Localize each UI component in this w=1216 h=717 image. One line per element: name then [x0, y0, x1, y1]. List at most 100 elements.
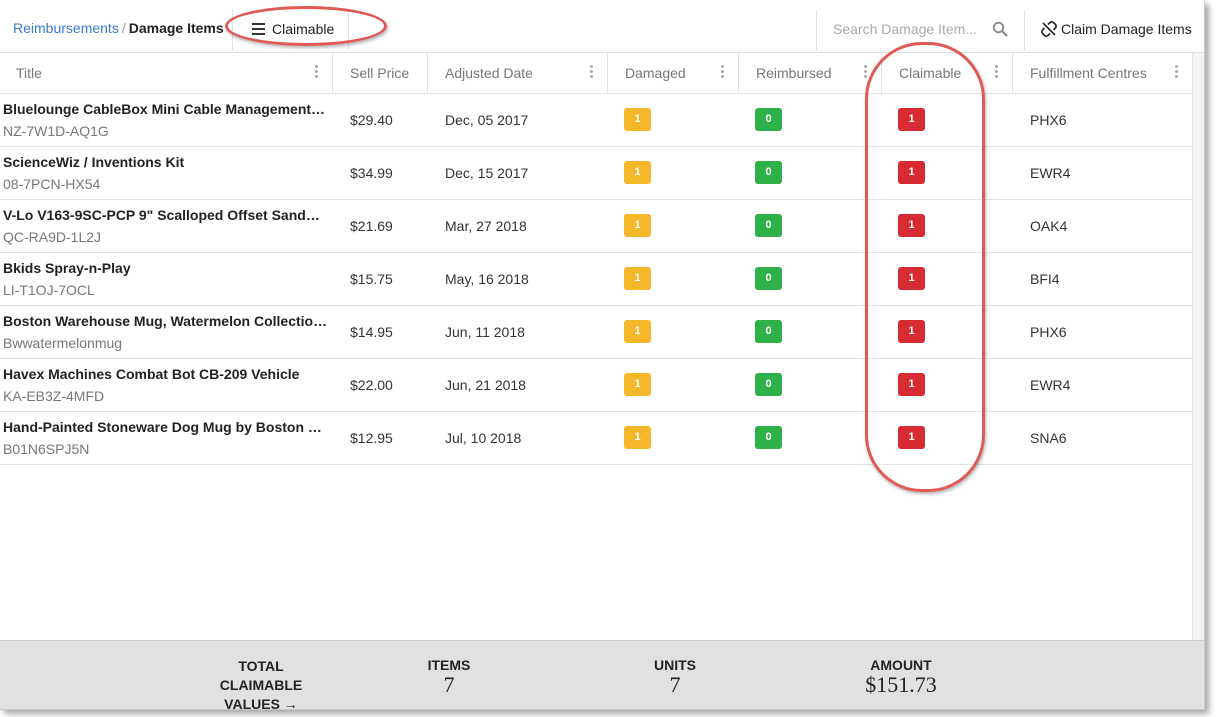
amount-total: Amount $151.73	[845, 657, 957, 698]
item-sku: KA-EB3Z-4MFD	[3, 388, 105, 404]
table-row[interactable]: Bluelounge CableBox Mini Cable Managemen…	[0, 94, 1192, 147]
adjusted-date: Jul, 10 2018	[445, 430, 522, 446]
breadcrumb-reimbursements-link[interactable]: Reimbursements	[13, 20, 119, 36]
adjusted-date: May, 16 2018	[445, 271, 529, 287]
broken-link-icon	[1041, 21, 1057, 37]
damaged-badge: 1	[624, 320, 651, 343]
reimbursed-badge: 0	[755, 267, 782, 290]
sell-price: $22.00	[350, 377, 393, 393]
damaged-badge: 1	[624, 161, 651, 184]
items-total: Items 7	[409, 657, 489, 698]
reimbursed-badge: 0	[755, 373, 782, 396]
sell-price: $12.95	[350, 430, 393, 446]
sell-price: $21.69	[350, 218, 393, 234]
column-label: Damaged	[625, 65, 686, 81]
adjusted-date: Jun, 11 2018	[445, 324, 525, 340]
adjusted-date: Dec, 15 2017	[445, 165, 529, 181]
item-title[interactable]: Havex Machines Combat Bot CB-209 Vehicle	[3, 366, 328, 382]
breadcrumb-current: Damage Items	[128, 20, 224, 36]
adjusted-date: Mar, 27 2018	[445, 218, 527, 234]
reimbursed-badge: 0	[755, 108, 782, 131]
table-row[interactable]: ScienceWiz / Inventions Kit 08-7PCN-HX54…	[0, 147, 1192, 200]
fulfillment-centre: EWR4	[1030, 377, 1071, 393]
table-header: Title Sell Price Adjusted Date Damaged R…	[0, 53, 1193, 94]
total-claimable-label: Total Claimable Values →	[219, 658, 303, 710]
table-row[interactable]: Boston Warehouse Mug, Watermelon Collect…	[0, 306, 1192, 359]
item-title[interactable]: ScienceWiz / Inventions Kit	[3, 154, 328, 170]
item-sku: LI-T1OJ-7OCL	[3, 282, 95, 298]
search-icon[interactable]	[992, 21, 1008, 37]
reimbursed-badge: 0	[755, 320, 782, 343]
adjusted-date: Dec, 05 2017	[445, 112, 529, 128]
table-row[interactable]: Hand-Painted Stoneware Dog Mug by Boston…	[0, 412, 1192, 465]
column-menu-icon[interactable]	[864, 65, 867, 80]
damaged-badge: 1	[624, 426, 651, 449]
column-header-reimbursed[interactable]: Reimbursed	[738, 53, 882, 93]
column-header-damaged[interactable]: Damaged	[607, 53, 739, 93]
search-input[interactable]	[831, 20, 985, 38]
column-header-fulfillment-centres[interactable]: Fulfillment Centres	[1012, 53, 1193, 93]
column-menu-icon[interactable]	[315, 65, 318, 80]
column-label: Title	[16, 65, 42, 81]
fulfillment-centre: OAK4	[1030, 218, 1068, 234]
item-title[interactable]: Bluelounge CableBox Mini Cable Managemen…	[3, 101, 328, 117]
item-title[interactable]: Bkids Spray-n-Play	[3, 260, 328, 276]
column-header-sell-price[interactable]: Sell Price	[332, 53, 428, 93]
reimbursed-badge: 0	[755, 214, 782, 237]
column-menu-icon[interactable]	[721, 65, 724, 80]
sell-price: $34.99	[350, 165, 393, 181]
units-total: Units 7	[635, 657, 715, 698]
item-title[interactable]: V-Lo V163-9SC-PCP 9" Scalloped Offset Sa…	[3, 207, 328, 223]
fulfillment-centre: EWR4	[1030, 165, 1071, 181]
totals-footer: Total Claimable Values → Items 7 Units 7…	[0, 640, 1204, 710]
column-label: Reimbursed	[756, 65, 832, 81]
column-header-title[interactable]: Title	[0, 53, 333, 93]
item-title[interactable]: Hand-Painted Stoneware Dog Mug by Boston…	[3, 419, 328, 435]
column-menu-icon[interactable]	[590, 65, 593, 80]
damaged-badge: 1	[624, 108, 651, 131]
item-sku: 08-7PCN-HX54	[3, 176, 101, 192]
table-row[interactable]: Bkids Spray-n-Play LI-T1OJ-7OCL $15.75 M…	[0, 253, 1192, 306]
damaged-badge: 1	[624, 214, 651, 237]
reimbursed-badge: 0	[755, 426, 782, 449]
fulfillment-centre: BFI4	[1030, 271, 1060, 287]
fulfillment-centre: PHX6	[1030, 112, 1067, 128]
claim-button-label: Claim Damage Items	[1061, 21, 1192, 37]
breadcrumb: Reimbursements / Damage Items	[13, 20, 224, 36]
vertical-scrollbar[interactable]	[1192, 53, 1204, 640]
fulfillment-centre: SNA6	[1030, 430, 1067, 446]
top-bar: Reimbursements/Damage Items Claimable Cl…	[0, 0, 1204, 53]
sell-price: $29.40	[350, 112, 393, 128]
table-row[interactable]: Havex Machines Combat Bot CB-209 Vehicle…	[0, 359, 1192, 412]
column-header-adjusted-date[interactable]: Adjusted Date	[427, 53, 608, 93]
damaged-badge: 1	[624, 373, 651, 396]
column-label: Sell Price	[350, 65, 410, 81]
annotation-oval-claimable-column	[865, 42, 985, 492]
damaged-badge: 1	[624, 267, 651, 290]
column-menu-icon[interactable]	[1175, 65, 1178, 80]
items-label: Items	[427, 657, 471, 673]
breadcrumb-separator: /	[121, 20, 126, 36]
items-value: 7	[443, 672, 455, 697]
item-sku: Bwwatermelonmug	[3, 335, 123, 351]
column-label: Adjusted Date	[445, 65, 533, 81]
units-label: Units	[654, 657, 696, 673]
amount-value: $151.73	[865, 672, 937, 697]
fulfillment-centre: PHX6	[1030, 324, 1067, 340]
column-menu-icon[interactable]	[995, 65, 998, 80]
sell-price: $14.95	[350, 324, 393, 340]
item-sku: B01N6SPJ5N	[3, 441, 90, 457]
amount-label: Amount	[870, 657, 932, 673]
column-label: Fulfillment Centres	[1030, 65, 1147, 81]
units-value: 7	[669, 672, 681, 697]
annotation-oval-filter	[225, 6, 387, 46]
item-title[interactable]: Boston Warehouse Mug, Watermelon Collect…	[3, 313, 328, 329]
sell-price: $15.75	[350, 271, 393, 287]
reimbursed-badge: 0	[755, 161, 782, 184]
item-sku: NZ-7W1D-AQ1G	[3, 123, 109, 139]
item-sku: QC-RA9D-1L2J	[3, 229, 102, 245]
adjusted-date: Jun, 21 2018	[445, 377, 526, 393]
claim-damage-items-button[interactable]: Claim Damage Items	[1024, 10, 1204, 50]
app-frame: Reimbursements/Damage Items Claimable Cl…	[0, 0, 1205, 710]
table-row[interactable]: V-Lo V163-9SC-PCP 9" Scalloped Offset Sa…	[0, 200, 1192, 253]
